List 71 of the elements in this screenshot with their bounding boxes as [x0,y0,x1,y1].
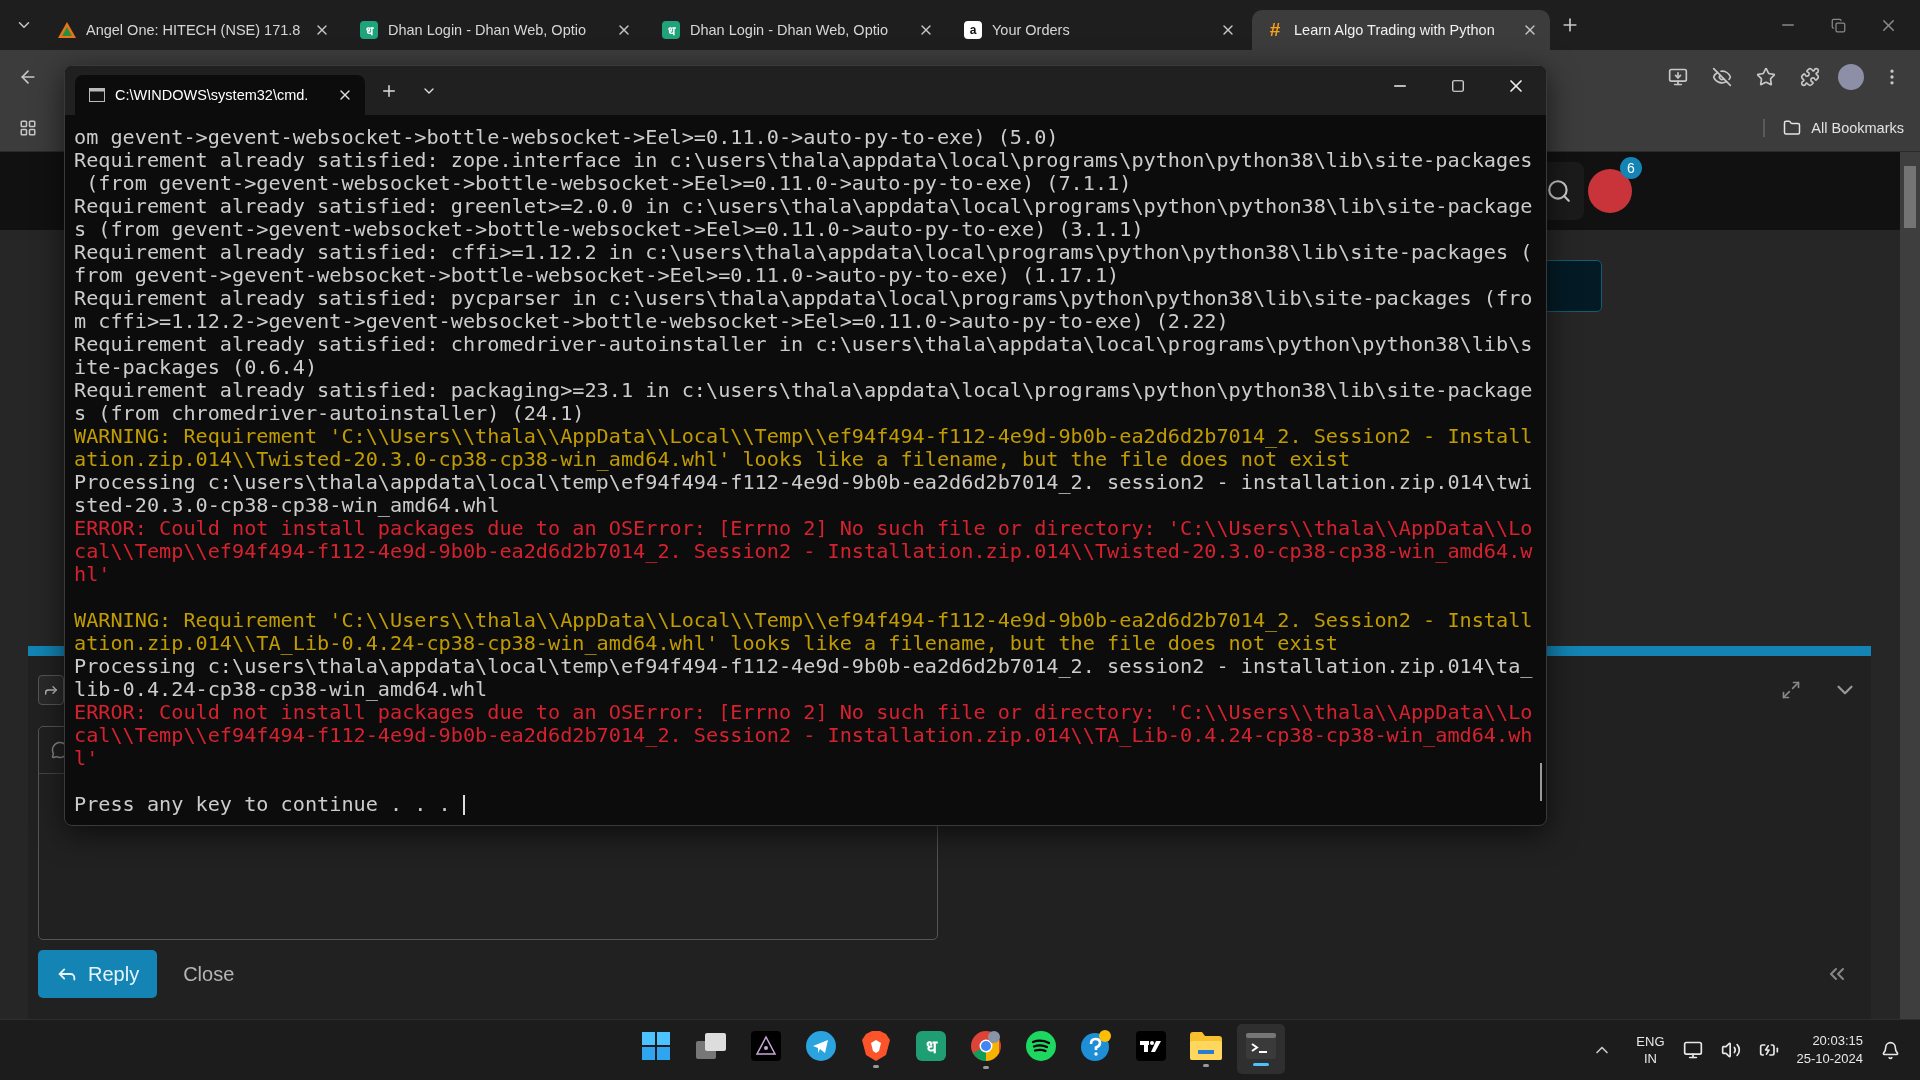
spotify-icon [1026,1030,1056,1061]
scroll-indicator [1540,763,1542,801]
console-line: l' [74,747,99,770]
site-icon: # [1266,21,1284,39]
site-icon: ध [360,21,378,39]
console-line: ation.zip.014\\TA_Lib-0.4.24-cp38-cp38-win_amd64.whl' looks like a filename, but the file does not exist [74,632,1339,655]
speaker-icon [1720,1040,1741,1060]
browser-tab[interactable]: ध Dhan Login - Dhan Web, Optio [346,10,644,50]
windows-icon [642,1031,670,1060]
folder-icon [1190,1031,1222,1060]
console-line: s (from chromedriver-autoinstaller) (24.1) [74,402,586,425]
help-icon [1080,1029,1112,1062]
console-line: WARNING: Requirement 'C:\\Users\\thala\\AppData\\Local\\Temp\\ef94f494-f112-4e9d-9b0b-ea2d6d2b7014_2. Session2 - Install [74,609,1534,632]
bell-icon [1881,1040,1900,1060]
triangle-icon [58,22,76,38]
running-indicator [1253,1062,1269,1066]
console-line: WARNING: Requirement 'C:\\Users\\thala\\AppData\\Local\\Temp\\ef94f494-f112-4e9d-9b0b-ea2d6d2b7014_2. Session2 - Install [74,425,1534,448]
close-link[interactable]: Close [183,962,235,986]
app-icon: ध [916,1030,946,1061]
console-line: ERROR: Could not install packages due to an OSError: [Errno 2] No such file or directory: 'C:\\Users\\thala\\AppData\\Lo [74,701,1534,724]
console-line: ERROR: Could not install packages due to an OSError: [Errno 2] No such file or directory: 'C:\\Users\\thala\\AppData\\Lo [74,517,1534,540]
console-line: m cffi>=1.12.2->gevent->gevent-websocket->bottle-websocket->Eel>=0.11.0->auto-py-to-exe) (2.22) [74,310,1230,333]
browser-tab[interactable]: # Learn Algo Trading with Python [1252,10,1550,50]
console-line: Requirement already satisfied: cffi>=1.12.2 in c:\users\thala\appdata\local\programs\python\python38\lib\site-packages ( [74,241,1534,264]
console-line: om gevent->gevent-websocket->bottle-websocket->Eel>=0.11.0->auto-py-to-exe) (5.0) [74,126,1060,149]
terminal-tab[interactable]: C:\WINDOWS\system32\cmd. [75,75,365,115]
site-icon: ध [662,21,680,39]
network-icon [1682,1040,1703,1060]
paper-plane-icon [806,1030,836,1061]
task-view-icon [696,1032,726,1059]
running-indicator [873,1064,879,1068]
console-line: (from gevent->gevent-websocket->bottle-websocket->Eel>=0.11.0->auto-py-to-exe) (7.1.1) [85,172,1133,195]
running-indicator [983,1065,989,1069]
console-line: lib-0.4.24-cp38-cp38-win_amd64.whl [74,678,488,701]
console-line: ite-packages (0.6.4) [74,356,319,379]
bookmarks-button[interactable]: All Bookmarks [1763,118,1908,137]
share-button[interactable] [38,675,64,705]
lion-icon [862,1030,890,1061]
console-line: hl' [74,563,111,586]
console-line: Processing c:\users\thala\appdata\local\temp\ef94f494-f112-4e9d-9b0b-ea2d6d2b7014_2. session2 - installation.zip.014\ta_ [74,655,1534,678]
console-line: sted-20.3.0-cp38-cp38-win_amd64.whl [74,494,500,517]
terminal-icon [1246,1032,1276,1059]
console-line: Requirement already satisfied: chromedriver-autoinstaller in c:\users\thala\appdata\local\programs\python\python38\lib\s [74,333,1534,356]
running-indicator [1203,1063,1209,1067]
pyramid-icon [751,1030,781,1061]
chrome-icon [970,1029,1002,1062]
search-icon [1546,178,1572,204]
console-line: ation.zip.014\\Twisted-20.3.0-cp38-cp38-win_amd64.whl' looks like a filename, but the file does not exist [74,448,1352,471]
console-line: Requirement already satisfied: pycparser in c:\users\thala\appdata\local\programs\python\python38\lib\site-packages (fro [74,287,1534,310]
console-line: from gevent->gevent-websocket->bottle-websocket->Eel>=0.11.0->auto-py-to-exe) (1.17.1) [74,264,1121,287]
console-line: Requirement already satisfied: greenlet>=2.0.0 in c:\users\thala\appdata\local\programs\python\python38\lib\site-package [74,195,1534,218]
profile-avatar[interactable] [1838,64,1864,90]
console-line: Requirement already satisfied: packaging>=23.1 in c:\users\thala\appdata\local\programs\python\python38\lib\site-package [74,379,1534,402]
tradingview-icon [1136,1030,1166,1061]
console-icon [89,88,105,102]
browser-tab[interactable]: a Your Orders [950,10,1248,50]
console-line: Requirement already satisfied: zope.interface in c:\users\thala\appdata\local\programs\python\python38\lib\site-packages [74,149,1534,172]
language-indicator[interactable]: ENG IN [1636,1033,1665,1067]
browser-tab[interactable]: Angel One: HITECH (NSE) 171.8 [44,10,342,50]
notification-badge: 6 [1620,157,1642,179]
site-icon: a [964,21,982,39]
browser-tab[interactable]: ध Dhan Login - Dhan Web, Optio [648,10,946,50]
console-line: Processing c:\users\thala\appdata\local\temp\ef94f494-f112-4e9d-9b0b-ea2d6d2b7014_2. session2 - installation.zip.014\twi [74,471,1534,494]
console-prompt: Press any key to continue . . . [74,793,1546,816]
console-line: s (from gevent->gevent-websocket->bottle-websocket->Eel>=0.11.0->auto-py-to-exe) (3.1.1) [74,218,1145,241]
clock[interactable]: 20:03:15 25-10-2024 [1796,1032,1863,1068]
console-line: cal\\Temp\\ef94f494-f112-4e9d-9b0b-ea2d6d2b7014_2. Session2 - Installation.zip.014\\TA_Lib-0.4.24-cp38-cp38-win_amd64.wh [74,724,1534,747]
console-line: cal\\Temp\\ef94f494-f112-4e9d-9b0b-ea2d6d2b7014_2. Session2 - Installation.zip.014\\Twisted-20.3.0-cp38-cp38-win_amd64.w [74,540,1534,563]
taskbar-app[interactable] [1237,1024,1285,1074]
reply-button[interactable]: Reply [38,950,158,998]
folder-icon [1783,118,1802,137]
